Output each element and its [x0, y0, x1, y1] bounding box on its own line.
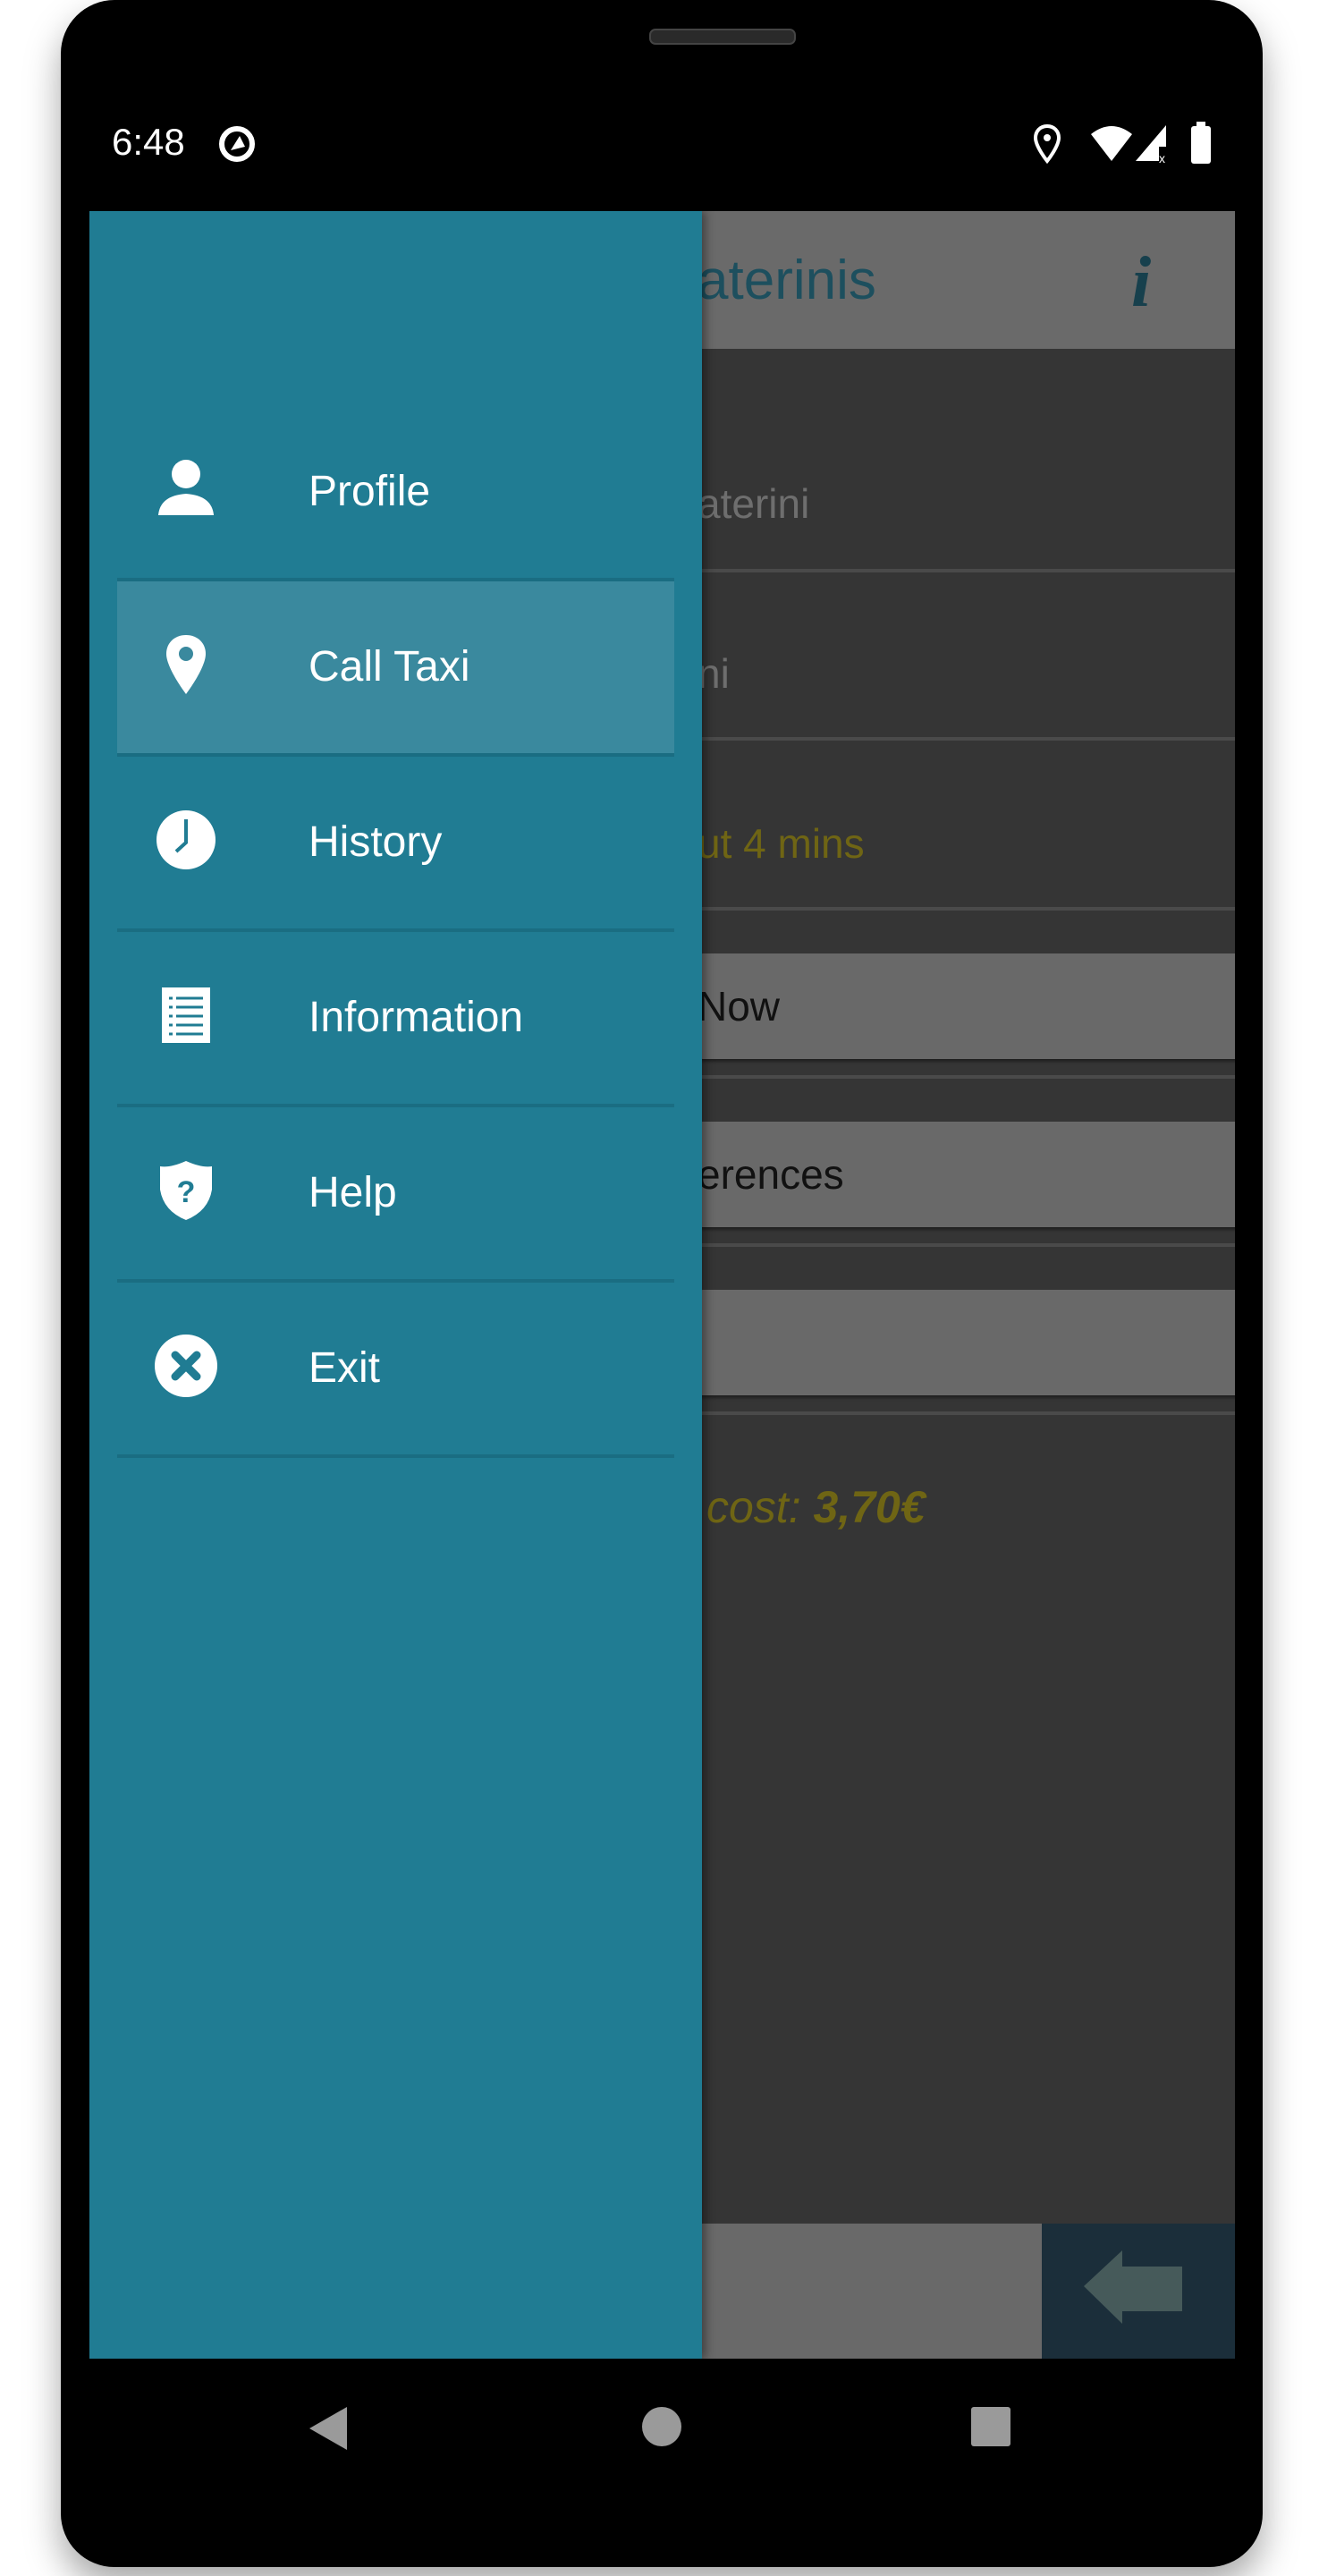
pickup-field[interactable]: aterini — [698, 479, 809, 528]
destination-field[interactable]: ni — [698, 649, 730, 698]
preferences-button[interactable]: erences — [698, 1122, 1235, 1227]
cost-value: 3,70€ — [813, 1482, 926, 1532]
menu-label: Information — [309, 994, 524, 1041]
menu-label: Profile — [309, 468, 431, 515]
home-icon[interactable] — [640, 2405, 683, 2448]
signal-no-data-icon: x — [1136, 125, 1166, 163]
info-icon[interactable]: i — [1131, 242, 1151, 324]
recents-icon[interactable] — [971, 2407, 1010, 2446]
battery-icon — [1191, 122, 1211, 164]
status-time: 6:48 — [112, 121, 185, 163]
assistant-icon — [219, 126, 255, 162]
extra-button[interactable] — [698, 1290, 1235, 1395]
menu-item-help[interactable]: ? Help — [117, 1107, 674, 1283]
estimated-cost: cost: 3,70€ — [706, 1481, 926, 1533]
menu-item-information[interactable]: Information — [117, 932, 674, 1107]
cost-label: cost: — [706, 1482, 801, 1532]
system-nav-bar — [0, 2359, 1319, 2493]
menu-item-call-taxi[interactable]: Call Taxi — [117, 581, 674, 757]
svg-text:?: ? — [177, 1175, 196, 1209]
time-button[interactable]: Now — [698, 953, 1235, 1059]
list-icon — [162, 987, 210, 1043]
clock-icon — [156, 810, 216, 869]
divider — [698, 1411, 1235, 1415]
header-title: aterinis — [698, 250, 876, 311]
navigation-drawer: Profile Call Taxi History Information ? … — [89, 211, 702, 2359]
menu-label: Call Taxi — [309, 643, 470, 691]
menu-label: History — [309, 818, 443, 866]
shield-question-icon: ? — [160, 1161, 212, 1220]
menu-label: Help — [309, 1169, 397, 1216]
person-icon — [158, 460, 214, 515]
menu-item-history[interactable]: History — [117, 757, 674, 932]
arrow-left-icon — [1084, 2250, 1182, 2324]
menu-item-profile[interactable]: Profile — [117, 406, 674, 581]
speaker — [649, 29, 796, 45]
divider — [698, 1243, 1235, 1247]
wifi-icon — [1091, 126, 1132, 161]
menu-item-exit[interactable]: Exit — [117, 1283, 674, 1458]
svg-text:x: x — [1159, 151, 1165, 163]
preferences-button-label: erences — [698, 1151, 844, 1198]
app-screen: aterinis i aterini ni ut 4 mins Now eren… — [89, 211, 1235, 2359]
time-button-label: Now — [698, 983, 781, 1030]
location-icon — [1033, 123, 1061, 165]
divider — [698, 907, 1235, 911]
divider — [698, 1075, 1235, 1079]
eta-text: ut 4 mins — [698, 820, 865, 867]
divider — [698, 737, 1235, 741]
divider — [698, 569, 1235, 572]
menu-label: Exit — [309, 1344, 381, 1392]
back-icon[interactable] — [306, 2403, 351, 2453]
back-button[interactable] — [1042, 2224, 1235, 2359]
map-pin-icon — [166, 635, 206, 694]
close-circle-icon — [155, 1335, 217, 1397]
